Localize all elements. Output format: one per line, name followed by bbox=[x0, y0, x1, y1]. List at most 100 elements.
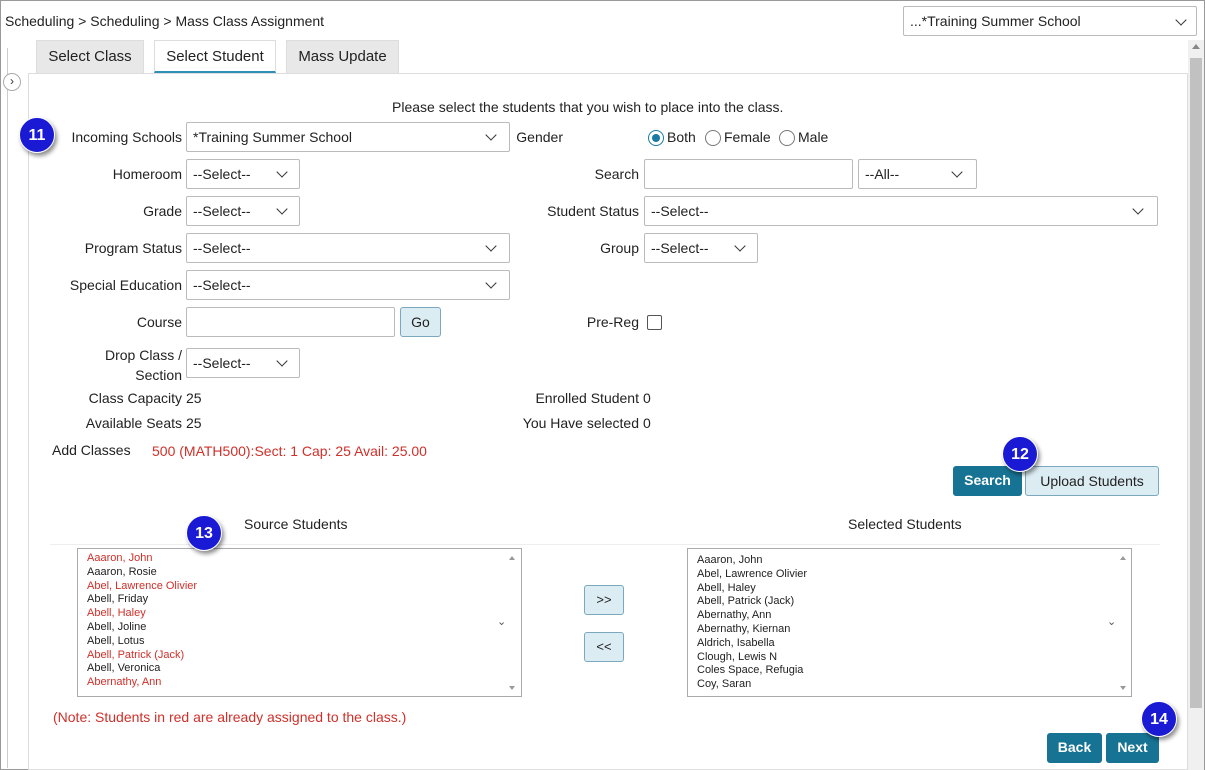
list-item[interactable]: Abell, Friday bbox=[87, 593, 521, 607]
list-item[interactable]: Abell, Patrick (Jack) bbox=[697, 595, 1131, 609]
instructions: Please select the students that you wish… bbox=[392, 99, 784, 115]
drop-class-select[interactable]: --Select-- bbox=[186, 348, 300, 378]
add-classes-label: Add Classes bbox=[52, 442, 131, 458]
enrolled-student-value: 0 bbox=[643, 390, 651, 406]
list-item[interactable]: Abernathy, Ann bbox=[87, 676, 521, 690]
program-status-value: --Select-- bbox=[193, 240, 251, 256]
list-item[interactable]: Clough, Lewis N bbox=[697, 651, 1131, 665]
gender-male-radio[interactable] bbox=[779, 130, 795, 146]
list-item[interactable]: Abell, Lotus bbox=[87, 635, 521, 649]
chevron-down-icon bbox=[951, 166, 963, 178]
drop-class-value: --Select-- bbox=[193, 355, 251, 371]
gender-female-radio[interactable] bbox=[705, 130, 721, 146]
special-education-select[interactable]: --Select-- bbox=[186, 270, 510, 300]
available-seats-label: Available Seats bbox=[85, 415, 182, 431]
scroll-down-icon[interactable] bbox=[1120, 686, 1126, 690]
chevron-down-icon bbox=[1175, 14, 1187, 26]
assigned-note: (Note: Students in red are already assig… bbox=[53, 709, 407, 725]
tab-mass-update[interactable]: Mass Update bbox=[286, 40, 399, 73]
callout-badge: 11 bbox=[19, 117, 55, 153]
pre-reg-checkbox[interactable] bbox=[647, 315, 662, 330]
upload-students-button[interactable]: Upload Students bbox=[1025, 466, 1159, 496]
list-item[interactable]: Abernathy, Kiernan bbox=[697, 623, 1131, 637]
course-go-button[interactable]: Go bbox=[400, 307, 441, 337]
add-to-selected-button[interactable]: >> bbox=[584, 585, 624, 615]
search-scope-value: --All-- bbox=[865, 166, 900, 182]
course-input[interactable] bbox=[186, 307, 395, 337]
school-selector-value: ...*Training Summer School bbox=[910, 13, 1081, 29]
school-selector[interactable]: ...*Training Summer School bbox=[903, 6, 1197, 36]
list-item[interactable]: Abell, Haley bbox=[697, 582, 1131, 596]
chevron-down-icon bbox=[276, 355, 288, 367]
list-item[interactable]: Coy, Saran bbox=[697, 678, 1131, 692]
callout-badge: 13 bbox=[186, 515, 222, 551]
list-item[interactable]: Coles Space, Refugia bbox=[697, 664, 1131, 678]
gender-label: Gender bbox=[516, 129, 563, 145]
special-education-value: --Select-- bbox=[193, 277, 251, 293]
source-students-title: Source Students bbox=[244, 516, 348, 532]
callout-badge: 12 bbox=[1002, 436, 1038, 472]
callout-badge: 14 bbox=[1141, 701, 1177, 737]
chevron-down-icon bbox=[485, 277, 497, 289]
search-button[interactable]: Search bbox=[953, 466, 1022, 496]
list-item[interactable]: Abell, Joline bbox=[87, 621, 521, 635]
selected-students-list[interactable]: Aaaron, John Abel, Lawrence Olivier Abel… bbox=[687, 548, 1132, 697]
scroll-up-icon[interactable] bbox=[1120, 556, 1126, 560]
breadcrumb: Scheduling > Scheduling > Mass Class Ass… bbox=[5, 13, 325, 29]
chevron-down-icon: ⌄ bbox=[1107, 616, 1117, 628]
homeroom-select[interactable]: --Select-- bbox=[186, 159, 300, 189]
chevron-down-icon bbox=[1132, 203, 1144, 215]
group-label: Group bbox=[600, 240, 639, 256]
incoming-schools-value: *Training Summer School bbox=[193, 129, 352, 145]
scroll-up-icon[interactable] bbox=[509, 556, 515, 560]
chevron-down-icon bbox=[485, 240, 497, 252]
list-item[interactable]: Abel, Lawrence Olivier bbox=[697, 568, 1131, 582]
tab-select-student[interactable]: Select Student bbox=[154, 40, 276, 73]
drop-class-label: Drop Class / Section bbox=[40, 345, 182, 385]
grade-value: --Select-- bbox=[193, 203, 251, 219]
list-item[interactable]: Aaaron, John bbox=[697, 554, 1131, 568]
program-status-select[interactable]: --Select-- bbox=[186, 233, 510, 263]
gender-both-label: Both bbox=[667, 129, 696, 145]
chevron-down-icon bbox=[276, 203, 288, 215]
list-item[interactable]: Abel, Lawrence Olivier bbox=[87, 580, 521, 594]
list-item[interactable]: Aaaron, Rosie bbox=[87, 566, 521, 580]
special-education-label: Special Education bbox=[69, 277, 182, 293]
search-input[interactable] bbox=[644, 159, 853, 189]
list-item[interactable]: Aldrich, Isabella bbox=[697, 637, 1131, 651]
homeroom-label: Homeroom bbox=[112, 166, 182, 182]
chevron-down-icon: ⌄ bbox=[497, 616, 507, 628]
chevron-down-icon bbox=[276, 166, 288, 178]
tab-select-class[interactable]: Select Class bbox=[36, 40, 144, 73]
scroll-up-arrow-icon[interactable] bbox=[1192, 44, 1200, 49]
gender-both-radio[interactable] bbox=[648, 130, 664, 146]
source-students-list[interactable]: Aaaron, John Aaaron, Rosie Abel, Lawrenc… bbox=[77, 548, 522, 697]
back-button[interactable]: Back bbox=[1047, 733, 1102, 763]
list-item[interactable]: Abell, Veronica bbox=[87, 662, 521, 676]
gender-male-label: Male bbox=[798, 129, 829, 145]
page-scrollbar-thumb[interactable] bbox=[1190, 58, 1202, 708]
student-status-label: Student Status bbox=[547, 203, 639, 219]
student-status-select[interactable]: --Select-- bbox=[644, 196, 1158, 226]
search-scope-select[interactable]: --All-- bbox=[858, 159, 977, 189]
enrolled-student-label: Enrolled Student bbox=[535, 390, 639, 406]
list-item[interactable]: Abell, Patrick (Jack) bbox=[87, 649, 521, 663]
remove-from-selected-button[interactable]: << bbox=[584, 632, 624, 662]
list-item[interactable]: Aaaron, John bbox=[87, 552, 521, 566]
expand-sidebar-button[interactable]: › bbox=[3, 73, 21, 91]
next-button[interactable]: Next bbox=[1106, 733, 1159, 763]
list-item[interactable]: Abell, Haley bbox=[87, 607, 521, 621]
chevron-down-icon bbox=[734, 240, 746, 252]
class-capacity-label: Class Capacity bbox=[88, 390, 182, 406]
class-capacity-value: 25 bbox=[186, 390, 202, 406]
pre-reg-label: Pre-Reg bbox=[586, 314, 639, 330]
available-seats-value: 25 bbox=[186, 415, 202, 431]
homeroom-value: --Select-- bbox=[193, 166, 251, 182]
selected-students-title: Selected Students bbox=[848, 516, 962, 532]
group-value: --Select-- bbox=[651, 240, 709, 256]
group-select[interactable]: --Select-- bbox=[644, 233, 758, 263]
list-item[interactable]: Abernathy, Ann bbox=[697, 609, 1131, 623]
you-have-selected-label: You Have selected bbox=[522, 415, 639, 431]
grade-select[interactable]: --Select-- bbox=[186, 196, 300, 226]
scroll-down-icon[interactable] bbox=[509, 686, 515, 690]
